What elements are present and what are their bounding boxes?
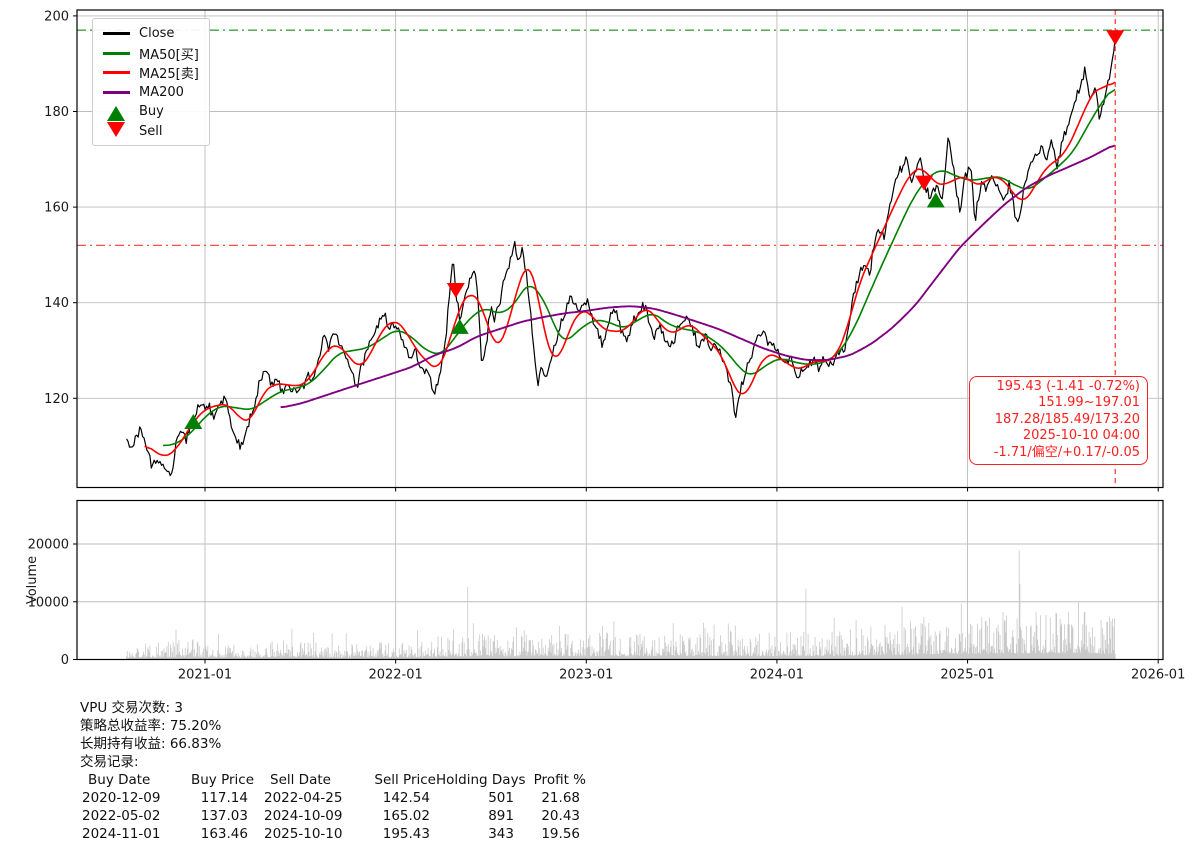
legend-item-ma50: MA50[买] <box>101 44 201 64</box>
volume-axis-label: Volume <box>25 556 40 604</box>
col-holding-days: Holding Days <box>436 771 520 789</box>
cell-profit-pct: 19.56 <box>514 825 580 843</box>
ma50-line-swatch <box>101 52 131 55</box>
date-tick-label: 2025-01 <box>940 668 994 683</box>
date-tick-label: 2021-01 <box>178 668 232 683</box>
cell-buy-price: 163.46 <box>174 825 248 843</box>
trade-row: 2024-11-01 163.46 2025-10-10 195.43 343 … <box>80 825 586 843</box>
sell-marker <box>915 176 933 191</box>
stat-trade-count: VPU 交易次数: 3 <box>80 699 586 717</box>
col-profit-pct: Profit % <box>520 771 586 789</box>
legend-item-buy: Buy <box>101 102 201 122</box>
axis-ticks <box>73 16 1158 664</box>
legend: Close MA50[买] MA25[卖] MA200 Buy Sell <box>92 18 210 146</box>
annotation-signal: -1.71/偏空/+0.17/-0.05 <box>977 445 1140 461</box>
annotation-ma-values: 187.28/185.49/173.20 <box>977 412 1140 428</box>
cell-holding-days: 891 <box>430 807 514 825</box>
trade-table-header: Buy Date Buy Price Sell Date Sell Price … <box>80 771 586 789</box>
legend-label: MA25[卖] <box>139 63 199 82</box>
cell-buy-date: 2022-05-02 <box>80 807 174 825</box>
legend-label: Buy <box>139 104 164 119</box>
legend-item-ma25: MA25[卖] <box>101 63 201 83</box>
ma200-line-swatch <box>101 91 131 94</box>
cell-buy-date: 2024-11-01 <box>80 825 174 843</box>
col-sell-price: Sell Price <box>366 771 436 789</box>
volume-tick-label: 20000 <box>28 538 69 553</box>
price-info-annotation: 195.43 (-1.41 -0.72%) 151.99~197.01 187.… <box>969 376 1148 465</box>
col-buy-date: Buy Date <box>80 771 180 789</box>
buy-triangle-icon <box>101 106 131 118</box>
annotation-last-price: 195.43 (-1.41 -0.72%) <box>977 379 1140 395</box>
price-tick-label: 200 <box>44 9 69 24</box>
stat-trades-title: 交易记录: <box>80 753 586 771</box>
close-line-swatch <box>101 32 131 35</box>
legend-item-ma200: MA200 <box>101 83 201 103</box>
trade-row: 2022-05-02 137.03 2024-10-09 165.02 891 … <box>80 807 586 825</box>
ma25-line-swatch <box>101 71 131 74</box>
legend-label: MA50[买] <box>139 44 199 63</box>
strategy-stats: VPU 交易次数: 3 策略总收益率: 75.20% 长期持有收益: 66.83… <box>80 699 586 843</box>
date-tick-label: 2026-01 <box>1131 668 1185 683</box>
sell-triangle-icon <box>101 125 131 137</box>
close-line <box>127 38 1116 476</box>
figure: 120140160180200010000200002021-012022-01… <box>0 0 1193 857</box>
cell-profit-pct: 21.68 <box>514 789 580 807</box>
grid <box>77 10 1163 660</box>
annotation-range: 151.99~197.01 <box>977 395 1140 411</box>
col-sell-date: Sell Date <box>270 771 366 789</box>
sell-marker <box>1106 30 1124 45</box>
stat-strategy-return: 策略总收益率: 75.20% <box>80 717 586 735</box>
col-buy-price: Buy Price <box>180 771 254 789</box>
price-tick-label: 180 <box>44 105 69 120</box>
cell-sell-date: 2022-04-25 <box>264 789 360 807</box>
date-tick-label: 2024-01 <box>750 668 804 683</box>
price-tick-label: 140 <box>44 296 69 311</box>
cell-buy-price: 137.03 <box>174 807 248 825</box>
cell-sell-price: 165.02 <box>360 807 430 825</box>
cell-sell-date: 2024-10-09 <box>264 807 360 825</box>
cell-buy-price: 117.14 <box>174 789 248 807</box>
cell-buy-date: 2020-12-09 <box>80 789 174 807</box>
trade-row: 2020-12-09 117.14 2022-04-25 142.54 501 … <box>80 789 586 807</box>
date-tick-label: 2022-01 <box>368 668 422 683</box>
annotation-timestamp: 2025-10-10 04:00 <box>977 428 1140 444</box>
cell-holding-days: 343 <box>430 825 514 843</box>
legend-label: Sell <box>139 124 162 139</box>
legend-label: MA200 <box>139 85 184 100</box>
cell-sell-price: 142.54 <box>360 789 430 807</box>
volume-bars <box>127 550 1116 659</box>
legend-item-sell: Sell <box>101 122 201 142</box>
ma200-line <box>281 146 1116 408</box>
legend-item-close: Close <box>101 24 201 44</box>
cell-holding-days: 501 <box>430 789 514 807</box>
cell-sell-price: 195.43 <box>360 825 430 843</box>
price-tick-label: 120 <box>44 392 69 407</box>
stat-hold-return: 长期持有收益: 66.83% <box>80 735 586 753</box>
cell-profit-pct: 20.43 <box>514 807 580 825</box>
volume-tick-label: 0 <box>61 653 69 668</box>
price-tick-label: 160 <box>44 201 69 216</box>
cell-sell-date: 2025-10-10 <box>264 825 360 843</box>
date-tick-label: 2023-01 <box>559 668 613 683</box>
legend-label: Close <box>139 26 174 41</box>
